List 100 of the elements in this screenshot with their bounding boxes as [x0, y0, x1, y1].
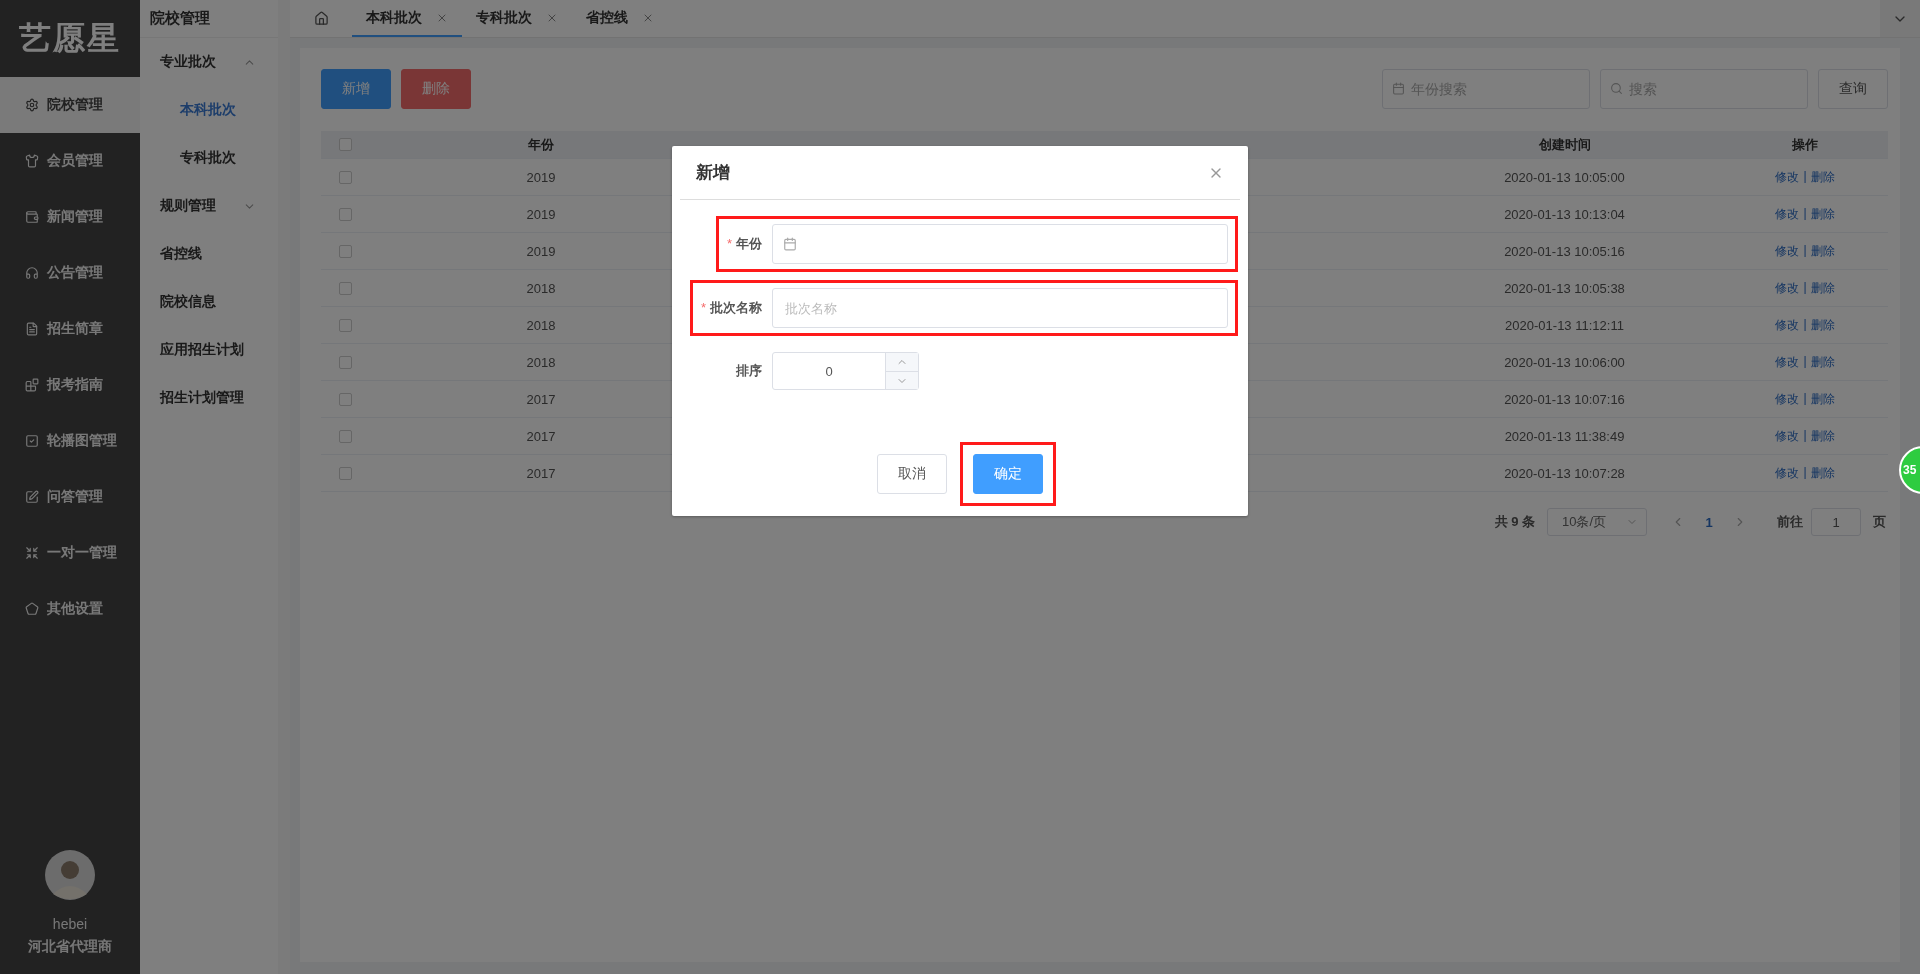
field-label: * 年份 — [726, 235, 762, 253]
separator: | — [1803, 205, 1807, 222]
submenu-item[interactable]: 专科批次 — [140, 134, 278, 182]
checkbox[interactable] — [338, 466, 352, 480]
nav-item[interactable]: 新闻管理 — [0, 189, 140, 245]
checkbox[interactable] — [338, 170, 352, 184]
separator: | — [1803, 390, 1807, 407]
page-suffix: 页 — [1873, 513, 1886, 531]
tab[interactable]: 省控线 — [572, 0, 668, 37]
page-size-select[interactable]: 10条/页 — [1547, 508, 1647, 536]
delete-link[interactable]: 删除 — [1810, 464, 1835, 482]
dropdown-button[interactable] — [1880, 0, 1920, 37]
date-field[interactable] — [772, 224, 1228, 264]
tab[interactable]: 专科批次 — [462, 0, 572, 37]
delete-link[interactable]: 删除 — [1810, 168, 1835, 186]
menu-item[interactable]: 应用招生计划 — [140, 326, 278, 374]
separator: | — [1803, 279, 1807, 296]
table-cell: 2020-01-13 10:13:04 — [1504, 206, 1625, 222]
edit-link[interactable]: 修改 — [1775, 205, 1800, 223]
query-button[interactable]: 查询 — [1818, 69, 1888, 109]
nav-item[interactable]: 公告管理 — [0, 245, 140, 301]
calendar-icon — [783, 237, 797, 251]
edit-link[interactable]: 修改 — [1775, 427, 1800, 445]
dialog-title: 新增 — [696, 162, 730, 184]
nav-item[interactable]: 问答管理 — [0, 469, 140, 525]
edit-link[interactable]: 修改 — [1775, 279, 1800, 297]
table-cell: 2018 — [526, 354, 556, 370]
delete-link[interactable]: 删除 — [1810, 427, 1835, 445]
delete-button[interactable]: 删除 — [401, 69, 471, 109]
cancel-button[interactable]: 取消 — [877, 454, 947, 494]
edit-link[interactable]: 修改 — [1775, 464, 1800, 482]
nav-item[interactable]: 其他设置 — [0, 581, 140, 637]
table-cell: 2020-01-13 10:06:00 — [1504, 354, 1625, 370]
menu-item[interactable]: 规则管理 — [140, 182, 278, 230]
logo: 艺愿星 — [18, 17, 122, 59]
table-cell: 2017 — [526, 391, 556, 407]
table-cell: 2017 — [526, 465, 556, 481]
table-cell: 2020-01-13 10:07:28 — [1504, 465, 1625, 481]
delete-link[interactable]: 删除 — [1810, 242, 1835, 260]
search-icon — [1610, 82, 1623, 95]
table-cell: 2019 — [526, 206, 556, 222]
table-cell: 2018 — [526, 280, 556, 296]
delete-link[interactable]: 删除 — [1810, 316, 1835, 334]
input-field[interactable]: 批次名称 — [772, 288, 1228, 328]
delete-link[interactable]: 删除 — [1810, 205, 1835, 223]
edit-link[interactable]: 修改 — [1775, 168, 1800, 186]
checkbox[interactable] — [338, 281, 352, 295]
checkbox[interactable] — [338, 244, 352, 258]
column-header: 操作 — [1792, 135, 1818, 154]
shrink-icon — [25, 546, 39, 560]
menu-item[interactable]: 省控线 — [140, 230, 278, 278]
table-cell: 2020-01-13 10:05:16 — [1504, 243, 1625, 259]
checkbox[interactable] — [338, 392, 352, 406]
separator: | — [1803, 427, 1807, 444]
table-cell: 2020-01-13 10:07:16 — [1504, 391, 1625, 407]
checkbox[interactable] — [338, 138, 352, 151]
number-field[interactable]: 0 — [772, 352, 919, 390]
checkbox[interactable] — [338, 355, 352, 369]
page-number[interactable]: 1 — [1697, 514, 1721, 530]
submenu-item[interactable]: 本科批次 — [140, 86, 278, 134]
edit-link[interactable]: 修改 — [1775, 316, 1800, 334]
delete-link[interactable]: 删除 — [1810, 390, 1835, 408]
menu-item[interactable]: 招生计划管理 — [140, 374, 278, 422]
delete-link[interactable]: 删除 — [1810, 279, 1835, 297]
blocks-icon — [25, 378, 39, 392]
user-name: hebei — [52, 916, 88, 932]
edit-icon — [25, 490, 39, 504]
table-cell: 2017 — [526, 428, 556, 444]
nav-item[interactable]: 院校管理 — [0, 77, 140, 133]
delete-link[interactable]: 删除 — [1810, 353, 1835, 371]
edit-link[interactable]: 修改 — [1775, 390, 1800, 408]
separator: | — [1803, 168, 1807, 185]
edit-link[interactable]: 修改 — [1775, 353, 1800, 371]
page-input[interactable]: 1 — [1811, 508, 1861, 536]
table-cell: 2018 — [526, 317, 556, 333]
nav-item[interactable]: 招生简章 — [0, 301, 140, 357]
edit-link[interactable]: 修改 — [1775, 242, 1800, 260]
nav-item[interactable]: 一对一管理 — [0, 525, 140, 581]
nav-item[interactable]: 报考指南 — [0, 357, 140, 413]
total-count: 共 9 条 — [1494, 513, 1535, 531]
checkbox[interactable] — [338, 207, 352, 221]
confirm-button[interactable]: 确定 — [973, 454, 1043, 494]
table-cell: 2020-01-13 10:05:00 — [1504, 169, 1625, 185]
calendar-icon — [1392, 82, 1405, 95]
checkbox[interactable] — [338, 318, 352, 332]
field-label: 排序 — [736, 362, 762, 380]
menu-item[interactable]: 专业批次 — [140, 38, 278, 86]
separator: | — [1803, 316, 1807, 333]
goto-label: 前往 — [1777, 513, 1803, 531]
nav-item[interactable]: 轮播图管理 — [0, 413, 140, 469]
menu-item[interactable]: 院校信息 — [140, 278, 278, 326]
gear-icon — [25, 98, 39, 112]
nav-item[interactable]: 会员管理 — [0, 133, 140, 189]
tab[interactable]: 本科批次 — [352, 0, 462, 37]
add-button[interactable]: 新增 — [321, 69, 391, 109]
table-cell: 2019 — [526, 169, 556, 185]
column-header: 创建时间 — [1538, 135, 1591, 154]
check-square-icon — [25, 434, 39, 448]
checkbox[interactable] — [338, 429, 352, 443]
separator: | — [1803, 464, 1807, 481]
